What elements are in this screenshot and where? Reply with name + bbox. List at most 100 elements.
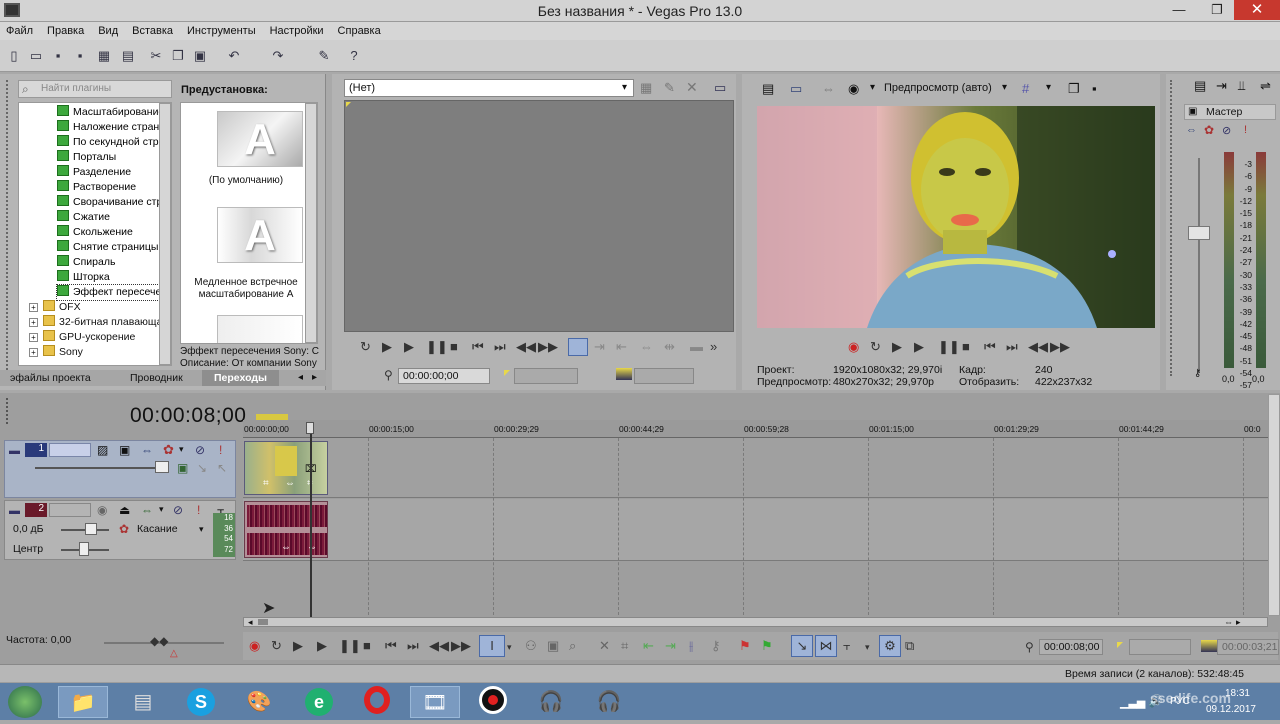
snapping-icon[interactable]: ↘ bbox=[791, 635, 813, 657]
trimmer-mode-icon[interactable] bbox=[568, 338, 588, 356]
trim-icon[interactable]: ⌗ bbox=[621, 639, 628, 653]
selection-tool-icon[interactable]: ▣ bbox=[547, 639, 559, 653]
event-fx-icon[interactable]: ⇔ bbox=[285, 478, 295, 489]
tree-scrollbar[interactable] bbox=[159, 103, 171, 365]
rate-slider-handle[interactable]: ◆◆ bbox=[150, 634, 168, 648]
expand-icon[interactable]: + bbox=[29, 333, 38, 342]
tree-item[interactable]: По секундной стрелке bbox=[57, 135, 171, 150]
auto-crossfade-icon[interactable]: ⋈ bbox=[815, 635, 837, 657]
paste-icon[interactable]: ▣ bbox=[192, 48, 208, 64]
chevron-down-icon[interactable]: ▾ bbox=[870, 82, 875, 93]
tree-item[interactable]: Наложение страницы bbox=[57, 120, 171, 135]
monitor-icon[interactable]: ▭ bbox=[714, 80, 726, 96]
selection-start-field[interactable] bbox=[1129, 639, 1191, 655]
track-name-input[interactable] bbox=[49, 443, 91, 457]
track-fx-icon[interactable]: ⇔ bbox=[141, 503, 153, 517]
mixer-icon[interactable]: ▤ bbox=[1194, 78, 1206, 94]
tree-item[interactable]: Разделение bbox=[57, 165, 131, 180]
preview-quality-select[interactable]: Предпросмотр (авто) bbox=[884, 82, 992, 94]
composite-mode-icon[interactable]: ▣ bbox=[177, 461, 188, 475]
skype-icon[interactable]: S bbox=[176, 686, 226, 718]
add-to-timeline-icon[interactable]: ⇤ bbox=[616, 340, 627, 354]
video-track-lane[interactable] bbox=[243, 438, 1268, 498]
plugin-search-input[interactable]: Найти плагины bbox=[18, 80, 172, 98]
normal-edit-tool-icon[interactable]: I bbox=[479, 635, 505, 657]
insert-region-icon[interactable]: ⚑ bbox=[761, 639, 773, 653]
audio-clip[interactable]: ⇔ ⇔ bbox=[244, 501, 328, 558]
track-name-input[interactable] bbox=[49, 503, 91, 517]
scroll-left-icon[interactable]: ◂ bbox=[248, 617, 253, 628]
opera-icon[interactable] bbox=[352, 686, 402, 718]
play-from-start-icon[interactable]: ▶ bbox=[382, 340, 392, 354]
start-button[interactable] bbox=[8, 686, 42, 718]
menu-insert[interactable]: Вставка bbox=[132, 25, 173, 37]
tab-explorer[interactable]: Проводник bbox=[130, 370, 183, 386]
dim-icon[interactable]: ⫫ bbox=[1238, 78, 1245, 94]
minimize-button[interactable]: — bbox=[1164, 0, 1194, 20]
chevron-down-icon[interactable]: ▾ bbox=[622, 82, 627, 93]
trimmer-media-select[interactable]: (Нет) bbox=[344, 79, 634, 97]
audio-app-icon[interactable]: 🎧 bbox=[584, 686, 634, 718]
tree-item-selected[interactable]: Эффект пересечения bbox=[56, 284, 171, 301]
video-clip[interactable]: ⌗ ⇔ ⌗ ⌧ bbox=[244, 441, 328, 495]
tree-item[interactable]: Шторка bbox=[57, 270, 110, 285]
record-icon[interactable]: ◉ bbox=[848, 340, 859, 354]
next-frame-icon[interactable]: ▶▶ bbox=[1050, 340, 1070, 354]
fx-icon[interactable]: ⇔ bbox=[822, 81, 835, 96]
auto-ripple-icon[interactable]: ⫟ bbox=[843, 639, 851, 653]
stop-icon[interactable]: ■ bbox=[450, 340, 458, 354]
cut-icon[interactable]: ✂ bbox=[148, 48, 164, 64]
selection-end-field[interactable] bbox=[634, 368, 694, 384]
tree-item[interactable]: Сжатие bbox=[57, 210, 110, 225]
bus-routing-icon[interactable]: ⇔ bbox=[1186, 124, 1197, 136]
play-from-start-icon[interactable]: ▶ bbox=[892, 340, 902, 354]
loop-icon[interactable]: ↻ bbox=[360, 340, 371, 354]
volume-slider-handle[interactable] bbox=[85, 523, 97, 535]
minimize-track-icon[interactable]: ▬ bbox=[9, 505, 20, 517]
mute-icon[interactable]: ⊘ bbox=[195, 443, 205, 457]
close-icon[interactable]: ✕ bbox=[686, 79, 698, 96]
image-viewer-icon[interactable]: ▤ bbox=[118, 686, 168, 718]
invert-phase-icon[interactable]: ⏏ bbox=[119, 503, 130, 517]
audio-track-lane[interactable] bbox=[243, 499, 1268, 561]
chevron-down-icon[interactable]: ▾ bbox=[199, 524, 204, 535]
lock-icon[interactable]: ⚷ bbox=[1194, 368, 1201, 379]
automation-mode-select[interactable]: Касание bbox=[137, 523, 178, 535]
go-to-end-icon[interactable]: ⏭ bbox=[407, 639, 419, 653]
trimmer-area[interactable] bbox=[344, 100, 734, 332]
trimmer-tool-icon[interactable]: ✎ bbox=[664, 80, 675, 96]
trimmer-timecode[interactable]: 00:00:00;00 bbox=[398, 368, 490, 384]
new-icon[interactable]: ▯ bbox=[6, 48, 22, 64]
recorder-icon[interactable] bbox=[468, 686, 518, 718]
folder-item[interactable]: +32-битная плавающая bbox=[27, 315, 168, 330]
split-screen-icon[interactable]: ◉ bbox=[848, 81, 859, 97]
scroll-thumb[interactable] bbox=[258, 619, 268, 625]
tree-item[interactable]: Порталы bbox=[57, 150, 116, 165]
menu-options[interactable]: Настройки bbox=[270, 25, 324, 37]
copy-snapshot-icon[interactable]: ❐ bbox=[1068, 81, 1080, 97]
play-from-start-icon[interactable]: ▶ bbox=[293, 639, 303, 653]
event-fx-icon[interactable]: ⇔ bbox=[307, 542, 317, 553]
solo-icon[interactable]: ! bbox=[197, 503, 200, 517]
playhead-cursor[interactable] bbox=[310, 428, 312, 618]
save-snapshot-icon[interactable]: ▪ bbox=[1092, 81, 1097, 96]
add-to-timeline-icon[interactable]: ▬ bbox=[690, 340, 703, 354]
pause-icon[interactable]: ❚❚ bbox=[339, 639, 361, 653]
compositing-icon[interactable]: ▨ bbox=[97, 443, 108, 457]
stop-icon[interactable]: ■ bbox=[962, 340, 970, 354]
parent-child-icon[interactable]: ⇔ bbox=[141, 443, 153, 457]
menu-tools[interactable]: Инструменты bbox=[187, 25, 256, 37]
split-icon[interactable]: ⫲ bbox=[689, 639, 693, 653]
previous-frame-icon[interactable]: ◀◀ bbox=[516, 340, 536, 354]
external-monitor-icon[interactable]: ▭ bbox=[790, 81, 802, 97]
browser-icon[interactable]: e bbox=[294, 686, 344, 718]
automation-mode-icon[interactable]: ✿ bbox=[119, 522, 129, 536]
panel-grip[interactable] bbox=[1170, 80, 1174, 376]
trimmer-tool-icon[interactable]: ▦ bbox=[640, 80, 652, 96]
scroll-right-icon[interactable]: ▸ bbox=[1236, 617, 1241, 628]
tab-project-media[interactable]: эфайлы проекта bbox=[10, 370, 91, 386]
pause-icon[interactable]: ❚❚ bbox=[938, 340, 960, 354]
downmix-icon[interactable]: ⇥ bbox=[1216, 78, 1227, 94]
selection-length-field[interactable] bbox=[514, 368, 578, 384]
file-explorer-icon[interactable]: 📁 bbox=[58, 686, 108, 718]
